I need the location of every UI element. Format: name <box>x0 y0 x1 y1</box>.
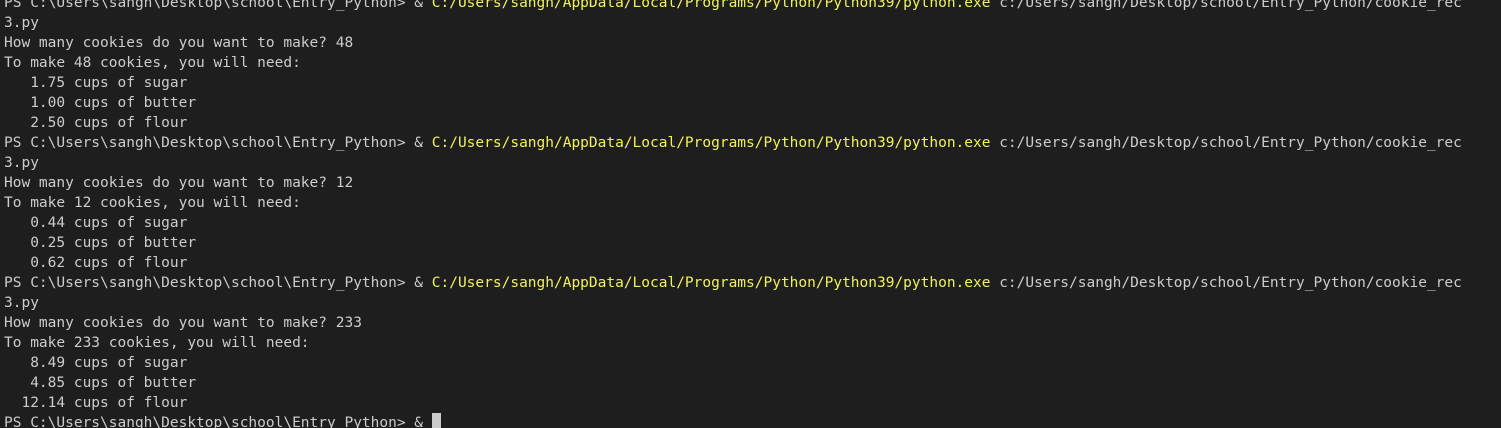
terminal-panel[interactable]: PS C:\Users\sangh\Desktop\school\Entry_P… <box>0 0 1501 428</box>
prompt-line: PS C:\Users\sangh\Desktop\school\Entry_P… <box>4 133 1501 153</box>
command-args: c:/Users/sangh/Desktop/school/Entry_Pyth… <box>990 0 1462 11</box>
command-args: c:/Users/sangh/Desktop/school/Entry_Pyth… <box>990 135 1462 151</box>
prompt-text: PS C:\Users\sangh\Desktop\school\Entry_P… <box>4 415 432 428</box>
output-line: 0.25 cups of butter <box>4 235 197 251</box>
output-line: To make 48 cookies, you will need: <box>4 55 301 71</box>
prompt-line: PS C:\Users\sangh\Desktop\school\Entry_P… <box>4 273 1501 293</box>
prompt-text: PS C:\Users\sangh\Desktop\school\Entry_P… <box>4 135 432 151</box>
output-line: To make 233 cookies, you will need: <box>4 335 310 351</box>
output-line: 0.44 cups of sugar <box>4 215 188 231</box>
output-line: 1.75 cups of sugar <box>4 75 188 91</box>
prompt-text: PS C:\Users\sangh\Desktop\school\Entry_P… <box>4 275 432 291</box>
prompt-text: PS C:\Users\sangh\Desktop\school\Entry_P… <box>4 0 432 11</box>
output-line: 3.py <box>4 155 39 171</box>
output-line: How many cookies do you want to make? 12 <box>4 175 354 191</box>
output-line: How many cookies do you want to make? 23… <box>4 315 362 331</box>
command-path: C:/Users/sangh/AppData/Local/Programs/Py… <box>431 0 991 11</box>
prompt-line: PS C:\Users\sangh\Desktop\school\Entry_P… <box>4 0 1501 13</box>
command-path: C:/Users/sangh/AppData/Local/Programs/Py… <box>431 135 991 151</box>
output-line: How many cookies do you want to make? 48 <box>4 35 354 51</box>
output-line: 0.62 cups of flour <box>4 255 188 271</box>
output-line: 12.14 cups of flour <box>4 395 188 411</box>
output-line: 4.85 cups of butter <box>4 375 197 391</box>
current-prompt-line[interactable]: PS C:\Users\sangh\Desktop\school\Entry_P… <box>4 413 1501 428</box>
output-line: 8.49 cups of sugar <box>4 355 188 371</box>
text-cursor <box>431 413 441 428</box>
command-path: C:/Users/sangh/AppData/Local/Programs/Py… <box>431 275 991 291</box>
command-args: c:/Users/sangh/Desktop/school/Entry_Pyth… <box>990 275 1462 291</box>
terminal-output: PS C:\Users\sangh\Desktop\school\Entry_P… <box>4 0 1501 428</box>
output-line: 2.50 cups of flour <box>4 115 188 131</box>
output-line: To make 12 cookies, you will need: <box>4 195 301 211</box>
output-line: 3.py <box>4 15 39 31</box>
output-line: 1.00 cups of butter <box>4 95 197 111</box>
output-line: 3.py <box>4 295 39 311</box>
